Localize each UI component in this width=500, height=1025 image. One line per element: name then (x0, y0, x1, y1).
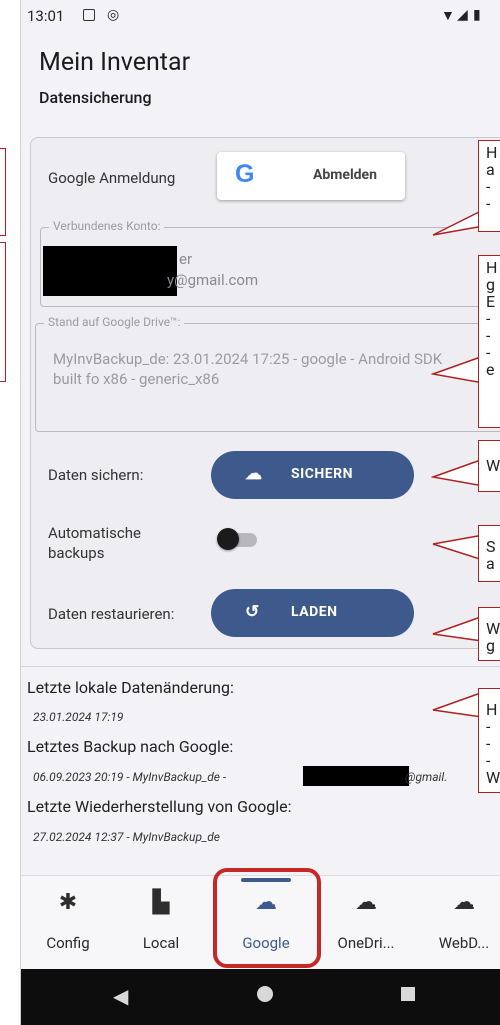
status-time: 13:01 (27, 7, 65, 25)
callout-5: W g (478, 607, 500, 661)
callout-4: S a (478, 525, 500, 582)
drive-status-legend: Stand auf Google Drive™: (44, 315, 185, 329)
auto-backup-toggle-knob[interactable] (217, 528, 239, 550)
account-name-suffix: er (179, 250, 193, 268)
left-annotation-box-1 (0, 148, 6, 236)
left-annotation-box-2 (0, 242, 6, 382)
restore-button-label: LADEN (291, 604, 338, 620)
nav-config-label: Config (46, 934, 90, 952)
google-logo-icon: G (235, 160, 254, 189)
cloud-upload-icon: ☁ (245, 464, 262, 484)
backup-label: Daten sichern: (48, 466, 144, 484)
back-icon[interactable]: ◀ (113, 984, 128, 1008)
gear-icon: ✱ (58, 890, 78, 915)
callout-3: W (478, 440, 500, 492)
nav-local-label: Local (142, 934, 180, 952)
file-icon: ▙ (152, 890, 170, 915)
system-navigation-bar: ◀ (21, 969, 500, 1025)
google-tab-highlight (213, 868, 321, 968)
last-local-change-heading: Letzte lokale Datenänderung: (27, 678, 234, 697)
google-g-letter: G (235, 160, 255, 188)
connected-account-legend: Verbundenes Konto: (49, 219, 165, 233)
home-icon[interactable] (257, 986, 273, 1002)
backup-button[interactable]: ☁ SICHERN (211, 451, 414, 499)
google-signout-label: Abmelden (313, 167, 377, 183)
redacted-account-name (43, 246, 177, 296)
wifi-icon: ▼ (441, 8, 455, 24)
nav-webdav-label: WebD... (438, 934, 490, 952)
callout-2: H g E - - - e (478, 255, 500, 428)
app-title: Mein Inventar (39, 48, 191, 77)
recents-icon[interactable] (401, 987, 415, 1001)
restore-label: Daten restaurieren: (48, 605, 175, 623)
battery-icon: ▮ (473, 7, 481, 23)
last-restore-heading: Letzte Wiederherstellung von Google: (27, 797, 292, 816)
google-login-label: Google Anmeldung (48, 169, 176, 187)
nav-local[interactable]: ▙ Local (116, 876, 206, 970)
last-backup-email-suffix: @gmail. (405, 770, 448, 784)
last-restore-value: 27.02.2024 12:37 - MyInvBackup_de (33, 830, 220, 844)
last-backup-heading: Letztes Backup nach Google: (27, 737, 234, 756)
callout-6: H - - - W (478, 688, 500, 793)
auto-backup-label: Automatische backups (48, 524, 141, 562)
cloud-outline-icon: ☁ (453, 890, 475, 915)
backup-button-label: SICHERN (291, 466, 353, 482)
page-subtitle: Datensicherung (39, 88, 152, 107)
at-icon: ◎ (107, 7, 120, 23)
account-email: y@gmail.com (167, 271, 259, 289)
nav-webdav[interactable]: ☁ WebD... (419, 876, 500, 970)
cloud-icon: ☁ (355, 890, 377, 915)
redacted-backup-email (303, 766, 409, 786)
google-signout-button[interactable]: G Abmelden (217, 152, 405, 200)
nav-onedrive[interactable]: ☁ OneDri... (321, 876, 411, 970)
nav-onedrive-label: OneDri... (337, 934, 395, 952)
nav-config[interactable]: ✱ Config (23, 876, 113, 970)
phone-screen: 13:01 ◎ ▼ ◢ ▮ Mein Inventar Datensicheru… (20, 0, 500, 1025)
divider (21, 666, 500, 667)
last-backup-value: 06.09.2023 20:19 - MyInvBackup_de - (33, 770, 227, 784)
restore-button[interactable]: ↺ LADEN (211, 589, 414, 637)
status-bar: 13:01 ◎ ▼ ◢ ▮ (21, 0, 500, 34)
drive-status-text: MyInvBackup_de: 23.01.2024 17:25 - googl… (53, 350, 443, 388)
signal-icon: ◢ (457, 7, 468, 23)
history-icon: ↺ (245, 602, 260, 622)
callout-1: H a - - (478, 140, 500, 232)
last-local-change-value: 23.01.2024 17:19 (33, 710, 124, 724)
image-icon (83, 9, 95, 21)
